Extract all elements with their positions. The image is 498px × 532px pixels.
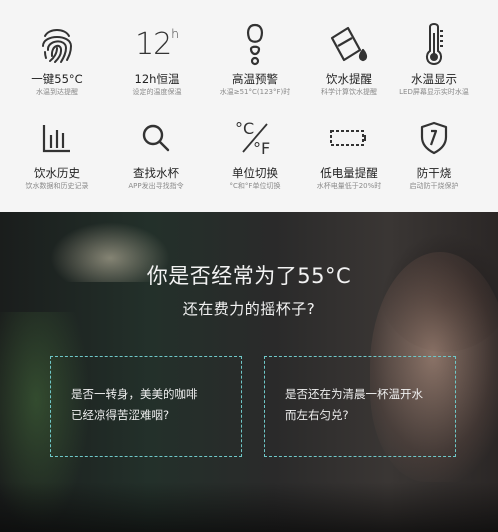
feature-title: 饮水历史 — [34, 166, 80, 180]
feature-title: 查找水杯 — [133, 166, 179, 180]
feature-subtitle: 设定的温度保温 — [132, 88, 182, 96]
feature-grid: 一键55°C 水温到达提醒 12h 12h恒温 设定的温度保温 高温预警 水温≥… — [0, 0, 498, 212]
fahrenheit-symbol: °F — [253, 139, 270, 158]
fingerprint-icon — [42, 29, 73, 63]
shield-icon — [420, 121, 448, 155]
feature-subtitle: LED屏幕显示实时水温 — [399, 88, 469, 96]
feature-one-key-55: 一键55°C 水温到达提醒 — [7, 20, 107, 97]
feature-subtitle: °C和°F单位切换 — [229, 182, 281, 190]
feature-title: 一键55°C — [31, 72, 83, 86]
feature-title: 防干烧 — [416, 166, 452, 180]
feature-12h-constant-temp: 12h 12h恒温 设定的温度保温 — [107, 20, 207, 97]
question-line: 是否一转身，美美的咖啡 — [71, 387, 198, 401]
banner-headline: 你是否经常为了55°C — [146, 264, 352, 288]
12h-icon-number: 12 — [135, 26, 172, 62]
feature-dry-burn-protection: 防干烧 启动防干烧保护 — [384, 114, 484, 191]
feature-subtitle: 水温到达提醒 — [36, 88, 78, 96]
feature-subtitle: 启动防干烧保护 — [409, 182, 459, 190]
bar-chart-icon — [42, 125, 70, 153]
feature-subtitle: APP发出寻找指令 — [128, 182, 184, 190]
banner-subheadline: 还在费力的摇杯子? — [182, 300, 316, 318]
promo-banner: 你是否经常为了55°C 还在费力的摇杯子? 是否一转身，美美的咖啡 已经凉得苦涩… — [0, 212, 498, 532]
question-line: 是否还在为清晨一杯温开水 — [285, 387, 423, 401]
question-box-coffee: 是否一转身，美美的咖啡 已经凉得苦涩难咽? — [50, 356, 242, 457]
feature-title: 水温显示 — [411, 72, 457, 86]
celsius-symbol: °C — [235, 119, 254, 138]
feature-title: 高温预警 — [232, 72, 278, 86]
feature-subtitle: 水温≥51°C(123°F)时 — [219, 88, 291, 96]
feature-high-temp-warning: 高温预警 水温≥51°C(123°F)时 — [205, 20, 305, 97]
desk-shadow — [0, 482, 498, 532]
feature-title: 单位切换 — [232, 166, 278, 180]
feature-unit-switch: °C °F 单位切换 °C和°F单位切换 — [205, 114, 305, 191]
12h-icon: 12h — [135, 27, 179, 62]
question-line: 而左右匀兑? — [285, 408, 349, 422]
12h-icon-unit: h — [171, 26, 179, 41]
feature-subtitle: 饮水数据和历史记录 — [25, 182, 89, 190]
question-line: 已经凉得苦涩难咽? — [71, 408, 170, 422]
feature-water-temp-display: 水温显示 LED屏幕显示实时水温 — [384, 20, 484, 97]
magnifier-icon — [142, 124, 170, 152]
feature-title: 12h恒温 — [134, 72, 180, 86]
feature-find-cup: 查找水杯 APP发出寻找指令 — [106, 114, 206, 191]
footprint-warning-icon — [247, 23, 263, 66]
feature-drink-history: 饮水历史 饮水数据和历史记录 — [7, 114, 107, 191]
low-battery-icon — [330, 130, 366, 146]
celsius-fahrenheit-icon: °C °F — [235, 119, 270, 158]
thermometer-icon — [425, 23, 443, 66]
cup-drop-icon — [330, 26, 368, 62]
question-box-warm-water: 是否还在为清晨一杯温开水 而左右匀兑? — [264, 356, 456, 457]
